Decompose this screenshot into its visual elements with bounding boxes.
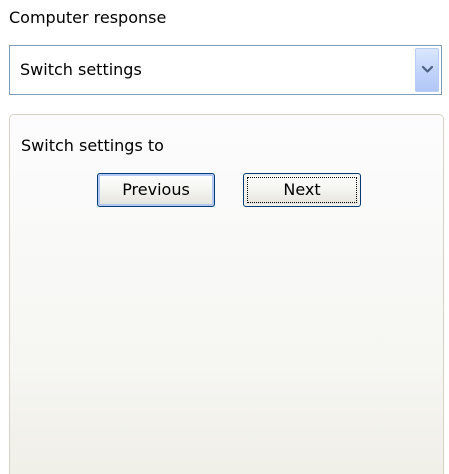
computer-response-label: Computer response	[9, 8, 167, 27]
dropdown-arrow-button[interactable]	[415, 48, 439, 92]
previous-button-label: Previous	[122, 180, 190, 199]
next-button-label: Next	[283, 180, 321, 199]
switch-settings-label: Switch settings to	[21, 136, 164, 155]
dropdown-selected-value: Switch settings	[20, 60, 142, 79]
previous-button[interactable]: Previous	[97, 173, 215, 207]
computer-response-pane: Computer response Switch settings Switch…	[0, 0, 449, 474]
next-button[interactable]: Next	[243, 173, 361, 207]
chevron-down-icon	[421, 65, 434, 73]
switch-settings-panel: Switch settings to Previous Next	[9, 114, 444, 474]
computer-response-dropdown[interactable]: Switch settings	[9, 45, 442, 95]
